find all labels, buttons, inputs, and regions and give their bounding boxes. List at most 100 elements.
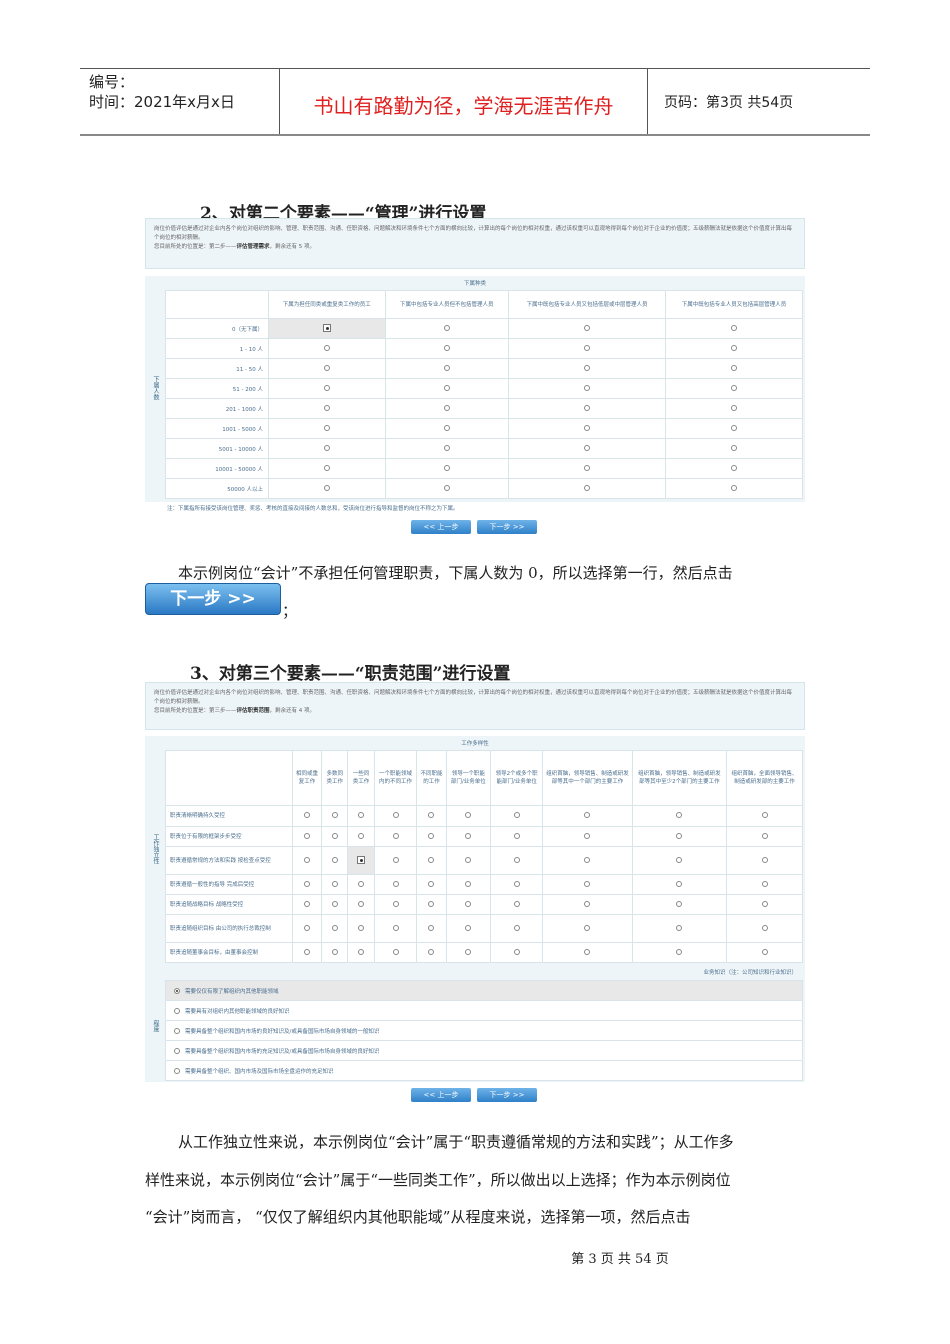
radio-cell[interactable]	[347, 826, 375, 847]
radio-cell[interactable]	[542, 874, 633, 895]
radio-cell[interactable]	[347, 914, 375, 943]
radio-cell[interactable]	[542, 894, 633, 915]
radio-button[interactable]	[443, 484, 450, 491]
radio-cell[interactable]	[416, 826, 447, 847]
radio-button[interactable]	[392, 900, 399, 907]
radio-cell[interactable]	[507, 358, 667, 379]
radio-cell[interactable]	[268, 318, 386, 339]
radio-button[interactable]	[584, 404, 591, 411]
radio-cell[interactable]	[665, 478, 803, 499]
radio-cell[interactable]	[384, 318, 509, 339]
radio-cell[interactable]	[291, 894, 323, 915]
radio-button[interactable]	[174, 1067, 180, 1074]
radio-cell[interactable]	[291, 942, 323, 963]
radio-button[interactable]	[357, 812, 364, 818]
radio-cell[interactable]	[321, 846, 349, 875]
radio-button[interactable]	[676, 832, 683, 839]
radio-cell[interactable]	[291, 914, 323, 943]
radio-button[interactable]	[761, 812, 768, 818]
radio-button[interactable]	[443, 464, 450, 471]
radio-button[interactable]	[331, 812, 338, 818]
radio-button[interactable]	[357, 832, 364, 839]
radio-cell[interactable]	[268, 358, 386, 379]
radio-button[interactable]	[443, 444, 450, 451]
radio-cell[interactable]	[542, 914, 633, 943]
radio-button[interactable]	[584, 464, 591, 471]
radio-cell[interactable]	[631, 805, 728, 827]
radio-button[interactable]	[443, 384, 450, 391]
radio-cell[interactable]	[268, 378, 386, 399]
radio-cell[interactable]	[291, 874, 323, 895]
radio-button[interactable]	[392, 812, 399, 818]
radio-cell[interactable]	[726, 942, 803, 963]
radio-cell[interactable]	[291, 846, 323, 875]
radio-button[interactable]	[392, 832, 399, 839]
radio-button[interactable]	[428, 880, 435, 887]
radio-button[interactable]	[676, 924, 683, 931]
radio-cell[interactable]	[490, 874, 544, 895]
radio-cell[interactable]	[384, 418, 509, 439]
radio-button[interactable]	[428, 924, 435, 931]
radio-cell[interactable]	[490, 805, 544, 827]
radio-button[interactable]	[465, 856, 472, 863]
radio-cell[interactable]	[384, 358, 509, 379]
radio-cell[interactable]	[347, 846, 375, 875]
radio-cell[interactable]	[631, 914, 728, 943]
radio-button[interactable]	[428, 832, 435, 839]
radio-button[interactable]	[443, 344, 450, 351]
radio-cell[interactable]	[373, 894, 418, 915]
radio-cell[interactable]	[445, 914, 492, 943]
radio-cell[interactable]	[445, 894, 492, 915]
radio-cell[interactable]	[490, 894, 544, 915]
radio-button[interactable]	[513, 924, 520, 931]
knowledge-option[interactable]: 需要仅仅有限了解组织内其他职能领域	[165, 981, 803, 1001]
prev-button[interactable]: << 上一步	[411, 1088, 471, 1102]
prev-button[interactable]: << 上一步	[411, 520, 471, 534]
radio-cell[interactable]	[726, 846, 803, 875]
radio-cell[interactable]	[373, 874, 418, 895]
radio-button[interactable]	[465, 924, 472, 931]
radio-cell[interactable]	[384, 438, 509, 459]
radio-cell[interactable]	[631, 894, 728, 915]
radio-cell[interactable]	[373, 914, 418, 943]
radio-button[interactable]	[428, 900, 435, 907]
radio-button[interactable]	[428, 856, 435, 863]
radio-cell[interactable]	[416, 894, 447, 915]
radio-button[interactable]	[304, 880, 311, 887]
radio-button[interactable]	[304, 948, 311, 955]
radio-cell[interactable]	[665, 398, 803, 419]
radio-button[interactable]	[584, 812, 591, 818]
radio-cell[interactable]	[291, 805, 323, 827]
radio-cell[interactable]	[321, 914, 349, 943]
radio-button[interactable]	[761, 856, 768, 863]
radio-cell[interactable]	[445, 942, 492, 963]
radio-button[interactable]	[731, 344, 738, 351]
radio-button[interactable]	[304, 812, 311, 818]
radio-cell[interactable]	[291, 826, 323, 847]
radio-cell[interactable]	[726, 894, 803, 915]
next-button[interactable]: 下一步 >>	[477, 1088, 537, 1102]
radio-button[interactable]	[323, 364, 330, 371]
radio-cell[interactable]	[384, 458, 509, 479]
radio-cell[interactable]	[321, 874, 349, 895]
radio-button[interactable]	[465, 948, 472, 955]
radio-button[interactable]	[761, 832, 768, 839]
radio-button[interactable]	[584, 324, 591, 331]
radio-button[interactable]	[465, 812, 472, 818]
radio-cell[interactable]	[321, 826, 349, 847]
radio-cell[interactable]	[347, 874, 375, 895]
radio-cell[interactable]	[507, 478, 667, 499]
radio-button[interactable]	[676, 880, 683, 887]
radio-button[interactable]	[174, 987, 180, 994]
radio-button[interactable]	[731, 324, 738, 331]
radio-button[interactable]	[322, 323, 331, 332]
next-button[interactable]: 下一步 >>	[477, 520, 537, 534]
radio-button[interactable]	[331, 924, 338, 931]
radio-cell[interactable]	[347, 894, 375, 915]
radio-button[interactable]	[331, 948, 338, 955]
radio-cell[interactable]	[268, 398, 386, 419]
radio-button[interactable]	[392, 924, 399, 931]
radio-button[interactable]	[761, 948, 768, 955]
radio-cell[interactable]	[384, 478, 509, 499]
radio-button[interactable]	[323, 344, 330, 351]
